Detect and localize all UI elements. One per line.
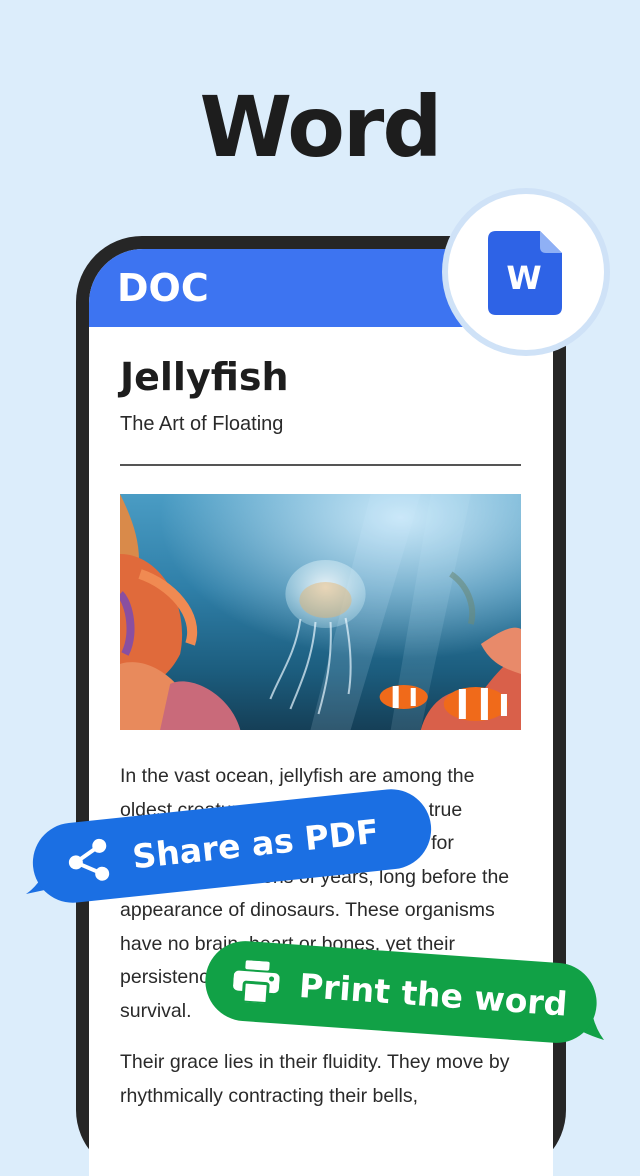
- paragraph-2: Their grace lies in their fluidity. They…: [120, 1051, 510, 1107]
- word-document-icon: W: [488, 231, 562, 315]
- document-subtitle: The Art of Floating: [120, 413, 284, 435]
- word-badge-letter: W: [506, 259, 541, 297]
- share-as-pdf-label: Share as PDF: [130, 811, 381, 876]
- document-title: Jellyfish: [120, 355, 289, 399]
- headline: Word: [199, 78, 443, 176]
- share-icon: [68, 838, 110, 881]
- doc-header-label: DOC: [117, 266, 209, 310]
- divider: [120, 464, 521, 466]
- word-app-badge: W: [448, 194, 604, 350]
- print-the-word-label: Print the word: [297, 965, 569, 1024]
- jellyfish-image: [120, 494, 521, 730]
- jellyfish-illustration: [120, 494, 521, 730]
- printer-icon: [233, 960, 280, 1005]
